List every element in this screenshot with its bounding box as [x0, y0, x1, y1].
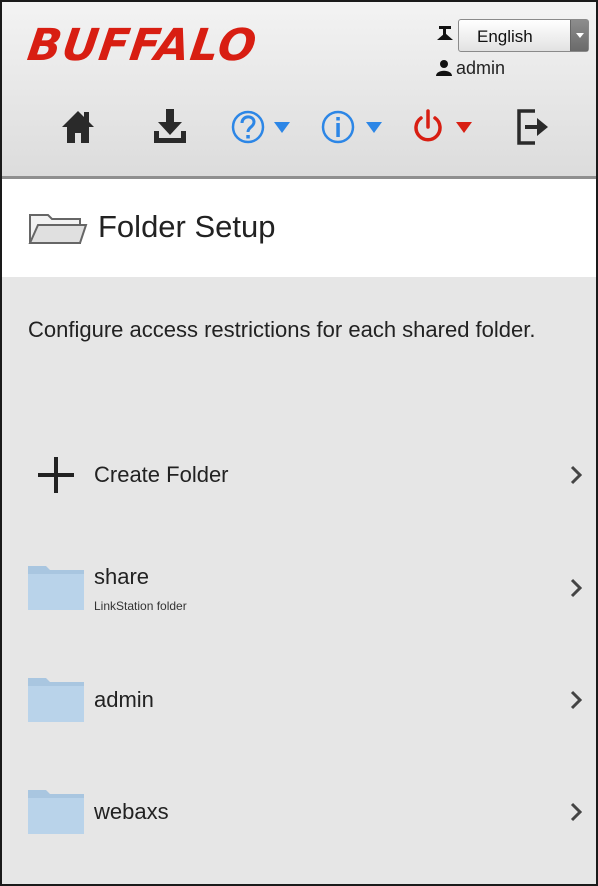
chevron-right-icon — [570, 690, 582, 710]
buffalo-logo: BUFFALO — [24, 20, 261, 71]
folder-name: webaxs — [94, 799, 169, 824]
folder-name: share — [94, 564, 150, 589]
help-icon[interactable] — [230, 106, 266, 148]
folder-description: LinkStation folder — [94, 599, 187, 613]
chevron-right-icon — [570, 578, 582, 598]
language-select[interactable]: English — [458, 19, 589, 52]
folder-name: admin — [94, 687, 154, 712]
user-icon — [436, 60, 452, 76]
chevron-right-icon — [570, 802, 582, 822]
title-bar: Folder Setup — [2, 179, 596, 277]
folder-icon — [28, 566, 84, 610]
folder-row-webaxs[interactable]: webaxs — [2, 766, 596, 856]
folder-row-share[interactable]: share LinkStation folder — [2, 542, 596, 632]
power-menu-caret-icon[interactable] — [456, 122, 472, 133]
open-folder-icon — [28, 214, 88, 244]
plus-icon — [38, 457, 74, 493]
info-icon[interactable] — [320, 106, 356, 148]
chevron-right-icon — [570, 465, 582, 485]
create-folder-label: Create Folder — [94, 462, 229, 487]
page-description: Configure access restrictions for each s… — [28, 317, 536, 342]
chevron-down-icon — [570, 20, 588, 51]
header: BUFFALO English admin — [2, 2, 596, 179]
power-icon[interactable] — [410, 106, 446, 148]
current-user: admin — [456, 58, 506, 78]
folder-row-admin[interactable]: admin — [2, 654, 596, 744]
info-menu-caret-icon[interactable] — [366, 122, 382, 133]
home-icon[interactable] — [60, 106, 96, 148]
folder-icon — [28, 790, 84, 834]
app-window: BUFFALO English admin Folder Setup Confi… — [0, 0, 598, 886]
language-value: English — [477, 27, 533, 46]
language-icon — [437, 26, 453, 40]
page-title: Folder Setup — [98, 209, 276, 244]
download-icon[interactable] — [152, 106, 188, 148]
create-folder-row[interactable]: Create Folder — [2, 429, 596, 519]
folder-icon — [28, 678, 84, 722]
help-menu-caret-icon[interactable] — [274, 122, 290, 133]
logout-icon[interactable] — [515, 106, 551, 148]
